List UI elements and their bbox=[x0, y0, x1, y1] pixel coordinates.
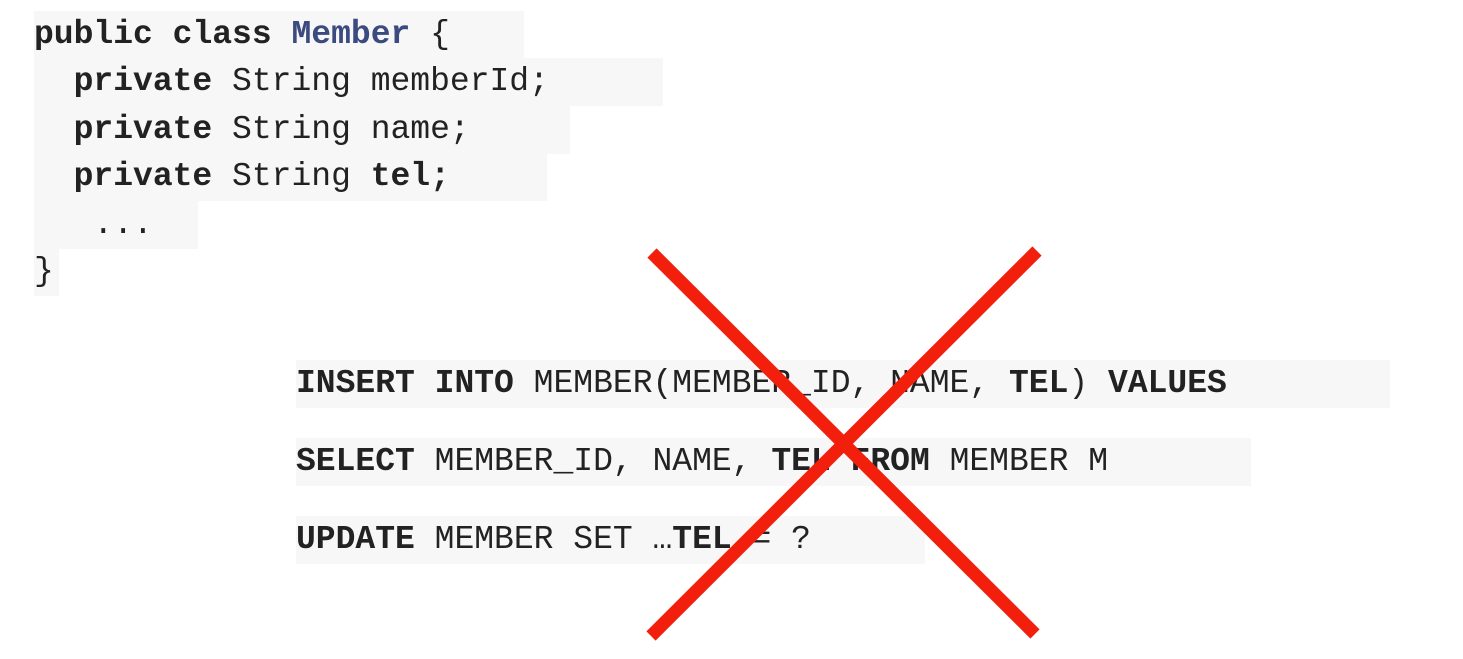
field-type: String bbox=[232, 158, 351, 195]
field-name-highlighted: tel; bbox=[370, 158, 450, 195]
sql-column-tel: TEL bbox=[1008, 365, 1069, 402]
sql-keyword-select: SELECT bbox=[296, 443, 415, 480]
keyword-class: class bbox=[172, 16, 272, 53]
java-class-declaration: public class Member { bbox=[34, 11, 524, 59]
sql-column-tel: TEL bbox=[672, 521, 732, 558]
ellipsis: ... bbox=[93, 206, 153, 243]
field-name: memberId; bbox=[370, 63, 549, 100]
sql-update-rest: = ? bbox=[751, 521, 811, 558]
brace-open: { bbox=[430, 16, 450, 53]
sql-keyword-into: INTO bbox=[434, 365, 514, 402]
sql-update-statement: UPDATE MEMBER SET …TEL = ? bbox=[296, 516, 925, 564]
field-type: String bbox=[232, 63, 351, 100]
sql-select-statement: SELECT MEMBER_ID, NAME, TEL FROM MEMBER … bbox=[296, 438, 1251, 486]
sql-insert-statement: INSERT INTO MEMBER(MEMBER_ID, NAME, TEL)… bbox=[296, 360, 1390, 408]
sql-keyword-from: FROM bbox=[850, 443, 930, 480]
sql-select-table: MEMBER M bbox=[949, 443, 1109, 480]
sql-update-middle: MEMBER SET … bbox=[434, 521, 673, 558]
class-name: Member bbox=[291, 16, 411, 53]
field-name-line: private String name; bbox=[34, 106, 570, 154]
field-modifier: private bbox=[73, 111, 213, 148]
sql-paren-close: ) bbox=[1068, 365, 1089, 402]
field-tel: private String tel; bbox=[34, 153, 547, 201]
sql-select-columns: MEMBER_ID, NAME, bbox=[434, 443, 752, 480]
sql-insert-columns: MEMBER(MEMBER_ID, NAME, bbox=[533, 365, 990, 402]
sql-keyword-update: UPDATE bbox=[296, 521, 415, 558]
field-modifier: private bbox=[73, 158, 213, 195]
field-name: name; bbox=[370, 111, 470, 148]
keyword-public: public bbox=[34, 16, 153, 53]
field-type: String bbox=[232, 111, 351, 148]
brace-close-line: } bbox=[34, 248, 59, 296]
ellipsis-line: ... bbox=[34, 201, 198, 249]
sql-keyword-insert: INSERT bbox=[296, 365, 415, 402]
field-modifier: private bbox=[73, 63, 213, 100]
brace-close: } bbox=[34, 253, 54, 290]
sql-keyword-values: VALUES bbox=[1108, 365, 1227, 402]
sql-column-tel: TEL bbox=[771, 443, 831, 480]
field-member-id: private String memberId; bbox=[34, 58, 663, 106]
